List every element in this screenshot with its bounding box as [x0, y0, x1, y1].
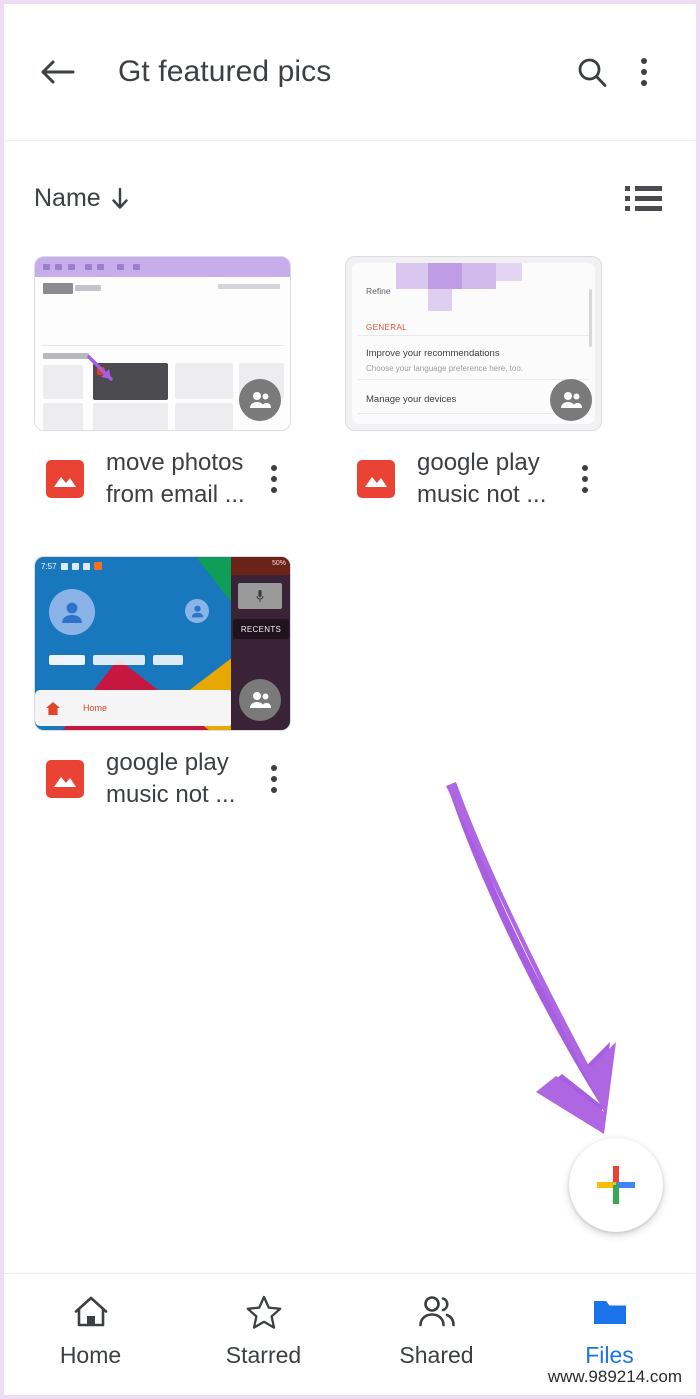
- thumb-text-refine: Refine: [366, 286, 391, 296]
- nav-item-starred[interactable]: Starred: [177, 1294, 350, 1369]
- page-title: Gt featured pics: [118, 55, 332, 88]
- microphone-icon: [256, 590, 264, 603]
- people-icon: [250, 392, 271, 408]
- list-view-icon: [625, 186, 662, 191]
- nav-label: Files: [585, 1342, 634, 1368]
- arrow-left-icon: [41, 60, 75, 84]
- watermark: www.989214.com: [547, 1367, 682, 1386]
- sort-button[interactable]: Name: [34, 184, 131, 213]
- file-card-footer: google play music not ...: [34, 747, 291, 810]
- file-name: move photos from email ...: [106, 449, 245, 508]
- annotation-arrow-icon: [87, 355, 113, 381]
- thumb-text-home: Home: [83, 703, 108, 714]
- file-name: google play music not ...: [417, 449, 547, 508]
- file-thumbnail[interactable]: Refine GENERAL Improve your recommendati…: [345, 256, 602, 431]
- thumb-text-recents: RECENTS: [233, 619, 289, 640]
- home-icon: [74, 1296, 107, 1327]
- app-bar: Gt featured pics: [4, 4, 696, 141]
- folder-icon: [593, 1301, 626, 1324]
- nav-label: Starred: [225, 1342, 302, 1368]
- star-icon: [246, 1295, 281, 1329]
- thumb-text-battery: 50%: [271, 560, 286, 568]
- people-icon: [418, 1296, 455, 1327]
- people-icon: [250, 692, 271, 709]
- view-toggle-button[interactable]: [619, 180, 668, 217]
- sort-bar: Name: [4, 141, 696, 256]
- file-card[interactable]: 7:57 Home 50% RECENTS google play music …: [34, 556, 291, 810]
- search-button[interactable]: [566, 46, 618, 98]
- file-thumbnail[interactable]: 7:57 Home 50% RECENTS: [34, 556, 291, 732]
- thumb-text-time: 7:57: [41, 561, 57, 571]
- app-screen: Gt featured pics Name move photos from e…: [0, 0, 700, 1399]
- person-icon: [191, 605, 203, 618]
- shared-badge: [239, 379, 281, 421]
- nav-label: Shared: [399, 1342, 474, 1368]
- home-icon: [46, 701, 60, 715]
- shared-badge: [550, 379, 592, 421]
- more-vertical-icon: [582, 464, 588, 493]
- file-thumbnail[interactable]: [34, 256, 291, 431]
- more-vertical-icon: [271, 464, 277, 493]
- people-icon: [561, 392, 582, 408]
- thumb-home-bar: Home: [35, 690, 233, 727]
- image-file-icon: [46, 760, 84, 799]
- file-card-footer: google play music not ...: [345, 447, 602, 510]
- nav-item-shared[interactable]: Shared: [350, 1294, 523, 1369]
- nav-label: Home: [59, 1342, 122, 1368]
- google-plus-add-icon: [597, 1166, 635, 1204]
- browser-titlebar: [35, 257, 290, 277]
- file-card-footer: move photos from email ...: [34, 447, 291, 510]
- thumb-text-manage: Manage your devices: [366, 394, 457, 405]
- file-grid: move photos from email ... Refine GENERA…: [4, 256, 696, 857]
- file-menu-button[interactable]: [257, 765, 291, 794]
- image-file-icon: [357, 459, 395, 498]
- file-card[interactable]: Refine GENERAL Improve your recommendati…: [345, 256, 602, 510]
- back-button[interactable]: [34, 49, 80, 95]
- more-vertical-icon: [271, 765, 277, 794]
- image-file-icon: [46, 459, 84, 498]
- more-vertical-icon: [641, 58, 647, 86]
- file-menu-button[interactable]: [257, 464, 291, 493]
- person-icon: [62, 602, 82, 624]
- nav-item-files[interactable]: Files: [523, 1294, 696, 1369]
- file-menu-button[interactable]: [568, 464, 602, 493]
- thumb-text-improve-sub: Choose your language preference here, to…: [366, 364, 523, 373]
- add-button[interactable]: [569, 1138, 663, 1232]
- file-name: google play music not ...: [106, 749, 236, 809]
- sort-label: Name: [34, 184, 101, 212]
- file-card[interactable]: move photos from email ...: [34, 256, 291, 510]
- thumb-text-general: GENERAL: [366, 323, 408, 332]
- arrow-down-icon: [111, 187, 128, 209]
- search-icon: [578, 58, 607, 87]
- overflow-menu-button[interactable]: [618, 46, 670, 98]
- nav-item-home[interactable]: Home: [4, 1294, 177, 1369]
